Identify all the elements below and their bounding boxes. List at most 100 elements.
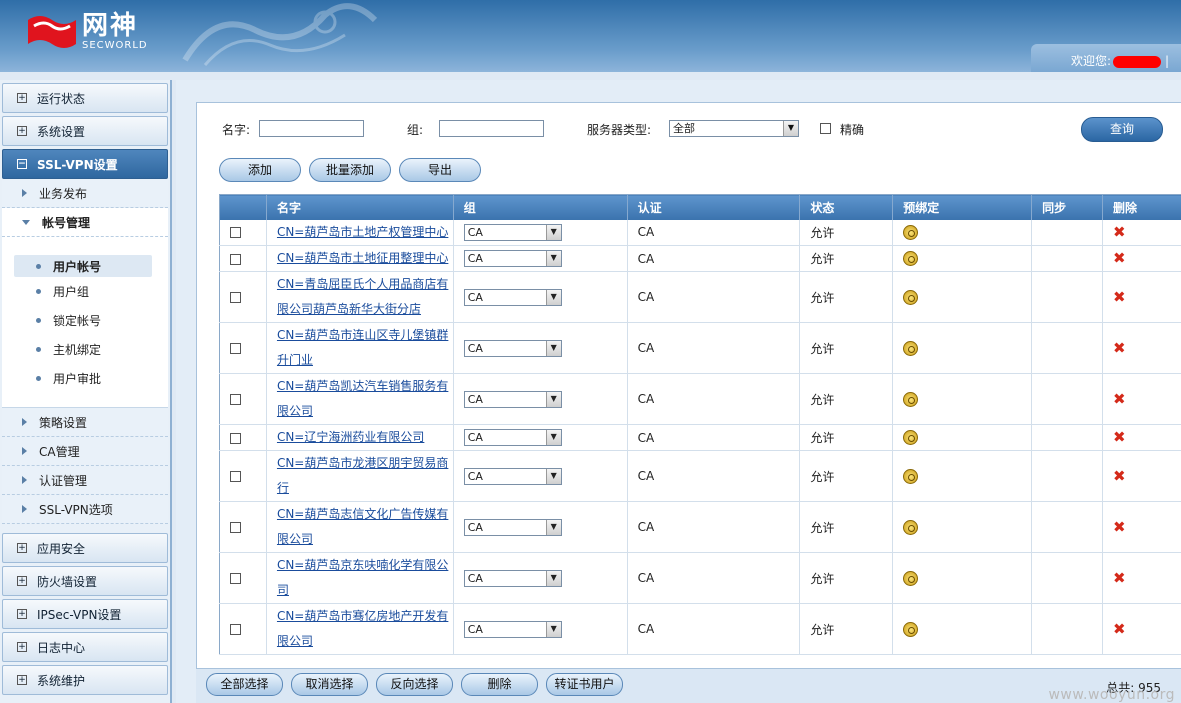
group-search-input[interactable] (439, 120, 544, 137)
prebind-icon[interactable] (903, 430, 919, 445)
prebind-icon[interactable] (903, 251, 919, 266)
delete-icon[interactable]: ✖ (1113, 569, 1126, 587)
delete-icon[interactable]: ✖ (1113, 390, 1126, 408)
delete-icon[interactable]: ✖ (1113, 339, 1126, 357)
group-select[interactable]: CA ▼ (463, 429, 562, 446)
sidebar-group-firewall[interactable]: + 防火墙设置 (2, 566, 168, 596)
delete-icon[interactable]: ✖ (1113, 467, 1126, 485)
arrow-right-icon (22, 476, 27, 484)
sidebar-group-system-maintenance[interactable]: + 系统维护 (2, 665, 168, 695)
header-auth[interactable]: 认证 (627, 194, 801, 220)
export-button[interactable]: 导出 (399, 158, 481, 182)
row-checkbox[interactable] (230, 253, 241, 265)
sidebar-sub-ca-management[interactable]: CA管理 (2, 437, 168, 466)
query-button[interactable]: 查询 (1081, 117, 1163, 142)
select-all-button[interactable]: 全部选择 (206, 673, 283, 696)
sidebar-group-ssl-vpn[interactable]: − SSL-VPN设置 (2, 149, 168, 179)
user-name-link[interactable]: CN=葫芦岛市连山区寺儿堡镇群 升门业 (277, 328, 448, 367)
invert-select-button[interactable]: 反向选择 (376, 673, 453, 696)
sidebar-leaf-host-binding[interactable]: 主机绑定 (2, 335, 168, 364)
prebind-icon[interactable] (903, 519, 919, 535)
group-select[interactable]: CA ▼ (463, 467, 562, 485)
header-name[interactable]: 名字 (266, 194, 454, 220)
group-select[interactable]: CA ▼ (463, 518, 562, 536)
row-checkbox[interactable] (230, 394, 241, 405)
sidebar-group-system-settings[interactable]: + 系统设置 (2, 116, 168, 146)
row-checkbox[interactable] (230, 573, 241, 584)
name-search-input[interactable] (259, 120, 364, 137)
delete-selected-button[interactable]: 删除 (461, 673, 538, 696)
prebind-icon[interactable] (903, 391, 919, 407)
header-status[interactable]: 状态 (799, 194, 894, 220)
user-name-link[interactable]: CN=葫芦岛市骞亿房地产开发有 限公司 (277, 609, 448, 648)
delete-icon[interactable]: ✖ (1113, 249, 1126, 267)
delete-icon[interactable]: ✖ (1113, 620, 1126, 638)
sidebar-leaf-user-group[interactable]: 用户组 (2, 277, 168, 306)
prebind-icon[interactable] (903, 224, 919, 240)
cancel-select-button[interactable]: 取消选择 (291, 673, 368, 696)
dropdown-arrow-icon: ▼ (545, 519, 561, 535)
prebind-icon[interactable] (903, 468, 919, 484)
group-select[interactable]: CA ▼ (463, 339, 562, 357)
server-type-select[interactable]: 全部 ▼ (669, 120, 799, 137)
header-prebind[interactable]: 预绑定 (892, 194, 1033, 220)
header-group[interactable]: 组 (453, 194, 628, 220)
user-name-link[interactable]: CN=葫芦岛市土地产权管理中心 (277, 225, 448, 239)
prebind-icon[interactable] (903, 340, 919, 356)
expand-icon: + (17, 609, 27, 619)
exact-match-checkbox[interactable] (820, 123, 831, 134)
user-name-link[interactable]: CN=辽宁海洲药业有限公司 (277, 430, 424, 444)
row-checkbox[interactable] (230, 292, 241, 303)
sidebar-leaf-user-account[interactable]: 用户帐号 (14, 255, 152, 277)
header-sync[interactable]: 同步 (1031, 194, 1104, 220)
row-checkbox[interactable] (230, 471, 241, 482)
sidebar-group-ipsec-vpn[interactable]: + IPSec-VPN设置 (2, 599, 168, 629)
sidebar-sub-policy[interactable]: 策略设置 (2, 408, 168, 437)
group-select[interactable]: CA ▼ (463, 620, 562, 638)
sidebar-leaf-user-approval[interactable]: 用户审批 (2, 364, 168, 393)
table-row: CN=青岛屈臣氏个人用品商店有 限公司葫芦岛新华大街分店 CA ▼ CA 允许 ✖ (219, 271, 1181, 323)
sync-cell (1031, 245, 1104, 272)
user-name-link[interactable]: CN=葫芦岛志信文化广告传媒有 限公司 (277, 507, 448, 546)
delete-icon[interactable]: ✖ (1113, 288, 1126, 306)
delete-icon[interactable]: ✖ (1113, 518, 1126, 536)
user-name-link[interactable]: CN=葫芦岛市龙港区朋宇贸易商行 (277, 456, 448, 495)
row-checkbox[interactable] (230, 432, 241, 444)
name-cell: CN=葫芦岛凯达汽车销售服务有 限公司 (266, 373, 454, 425)
delete-icon[interactable]: ✖ (1113, 223, 1126, 241)
user-name-link[interactable]: CN=葫芦岛京东呋喃化学有限公司 (277, 558, 448, 597)
group-cell: CA ▼ (453, 322, 628, 374)
row-checkbox[interactable] (230, 343, 241, 354)
group-cell: CA ▼ (453, 603, 628, 655)
prebind-cell (892, 322, 1033, 374)
to-cert-user-button[interactable]: 转证书用户 (546, 673, 623, 696)
group-select[interactable]: CA ▼ (463, 569, 562, 587)
sidebar-group-run-status[interactable]: + 运行状态 (2, 83, 168, 113)
prebind-icon[interactable] (903, 570, 919, 586)
header-delete[interactable]: 删除 (1102, 194, 1181, 220)
sidebar-group-app-security[interactable]: + 应用安全 (2, 533, 168, 563)
group-select[interactable]: CA ▼ (463, 288, 562, 306)
batch-add-button[interactable]: 批量添加 (309, 158, 391, 182)
prebind-icon[interactable] (903, 289, 919, 305)
sidebar-sub-account-management[interactable]: 帐号管理 (2, 208, 168, 237)
group-select[interactable]: CA ▼ (463, 223, 562, 241)
sidebar-sub-auth-management[interactable]: 认证管理 (2, 466, 168, 495)
user-name-link[interactable]: CN=葫芦岛市土地征用整理中心 (277, 251, 448, 265)
delete-icon[interactable]: ✖ (1113, 428, 1126, 446)
add-button[interactable]: 添加 (219, 158, 301, 182)
sidebar-leaf-locked-account[interactable]: 锁定帐号 (2, 306, 168, 335)
row-checkbox[interactable] (230, 227, 241, 239)
prebind-icon[interactable] (903, 621, 919, 637)
user-name-link[interactable]: CN=青岛屈臣氏个人用品商店有 限公司葫芦岛新华大街分店 (277, 277, 448, 316)
group-select[interactable]: CA ▼ (463, 390, 562, 408)
sidebar-group-log-center[interactable]: + 日志中心 (2, 632, 168, 662)
row-checkbox[interactable] (230, 624, 241, 635)
group-select[interactable]: CA ▼ (463, 250, 562, 267)
status-cell: 允许 (799, 450, 894, 502)
sidebar-sub-ssl-vpn-options[interactable]: SSL-VPN选项 (2, 495, 168, 524)
row-checkbox[interactable] (230, 522, 241, 533)
status-cell: 允许 (799, 603, 894, 655)
user-name-link[interactable]: CN=葫芦岛凯达汽车销售服务有 限公司 (277, 379, 448, 418)
sidebar-sub-service-publish[interactable]: 业务发布 (2, 179, 168, 208)
